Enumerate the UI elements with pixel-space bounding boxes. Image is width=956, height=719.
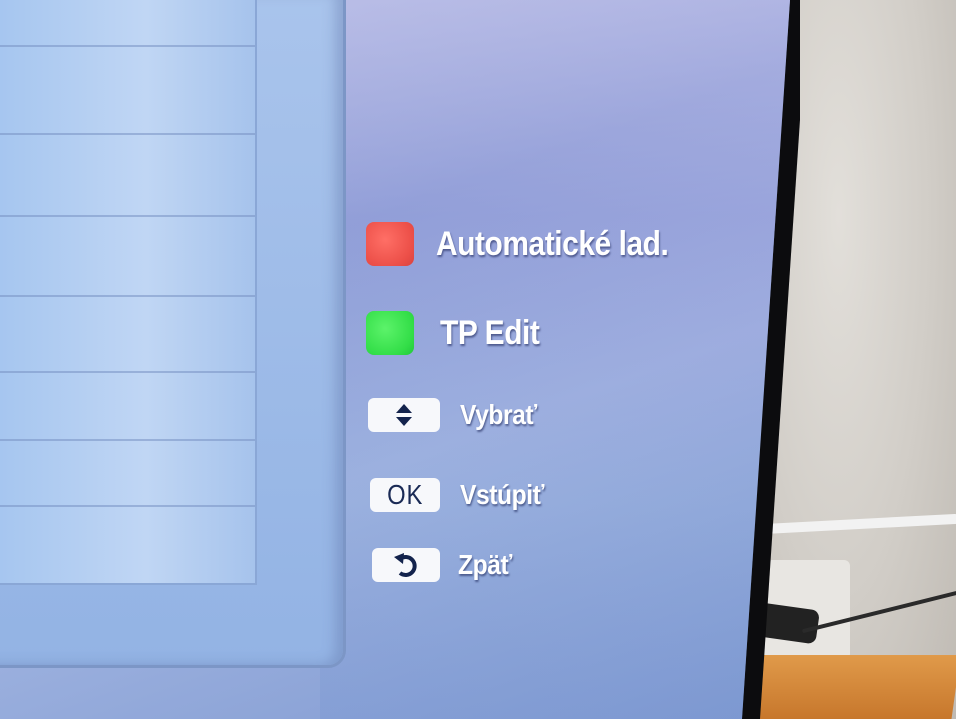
list-row-divider — [0, 439, 255, 441]
list-row-divider — [0, 45, 255, 47]
red-key-icon — [366, 222, 414, 266]
ok-key-text: OK — [386, 479, 424, 510]
back-label: Zpäť — [458, 549, 512, 580]
legend-back[interactable]: Zpäť — [372, 548, 519, 582]
select-label: Vybrať — [460, 399, 537, 430]
legend-enter[interactable]: OK Vstúpiť — [370, 478, 555, 512]
automatic-tuning-label: Automatické lad. — [436, 224, 669, 263]
channel-list[interactable] — [0, 0, 257, 585]
list-row-divider — [0, 215, 255, 217]
tp-edit-label: TP Edit — [440, 313, 540, 352]
legend-tp-edit[interactable]: TP Edit — [366, 311, 553, 355]
list-row-divider — [0, 295, 255, 297]
channel-list-panel — [0, 0, 346, 668]
legend-automatic-tuning[interactable]: Automatické lad. — [366, 222, 700, 266]
up-down-arrows-icon — [368, 398, 440, 432]
legend-select[interactable]: Vybrať — [368, 398, 547, 432]
green-key-icon — [366, 311, 414, 355]
list-row-divider — [0, 133, 255, 135]
list-row-divider — [0, 371, 255, 373]
ok-key-icon: OK — [370, 478, 440, 512]
return-arrow-icon — [372, 548, 440, 582]
tv-screen: Automatické lad. TP Edit Vybrať OK Vstúp… — [0, 0, 790, 719]
list-row-divider — [0, 505, 255, 507]
photo-scene: Automatické lad. TP Edit Vybrať OK Vstúp… — [0, 0, 956, 719]
enter-label: Vstúpiť — [460, 479, 545, 510]
